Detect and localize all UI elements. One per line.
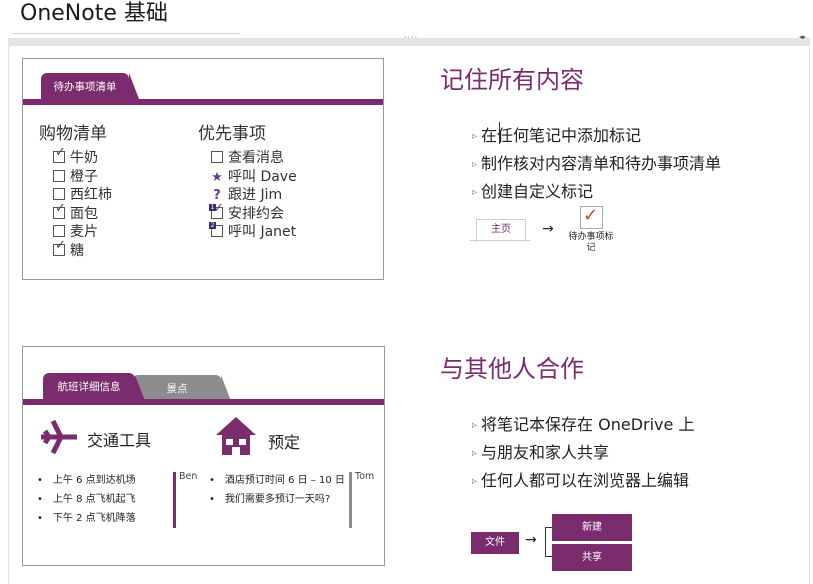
checkbox[interactable]: 2 xyxy=(209,222,223,237)
todo-tag-icon[interactable]: ✓ xyxy=(580,205,603,229)
top-resize-bar[interactable]: ···· ◂▸ xyxy=(8,33,810,46)
star-icon: ★ xyxy=(211,170,223,185)
tab-attractions[interactable]: 景点 xyxy=(133,375,231,401)
bullet-item: ▹ 在任何笔记中添加标记 xyxy=(472,126,642,145)
priority-item[interactable]: 2 呼叫 Janet xyxy=(209,222,296,242)
booking-item: • 我们需要多预订一天吗? xyxy=(209,494,331,505)
priority-list-title: 优先事项 xyxy=(198,124,266,144)
bullet-marker-icon: ▹ xyxy=(472,187,478,198)
todo-tag-label: 待办事项标记 xyxy=(568,232,614,253)
file-button[interactable]: 文件 xyxy=(471,532,519,554)
page-title: OneNote 基础 xyxy=(20,1,168,26)
flight-details-card: 景点 航班详细信息 交通工具 预定 • 上午 6 点到达机场 • 上午 8 点飞机起… xyxy=(22,346,385,566)
transport-title: 交通工具 xyxy=(87,431,152,450)
new-button[interactable]: 新建 xyxy=(552,514,632,541)
drag-handle-icon[interactable]: ···· xyxy=(404,33,418,42)
bullet-item: ▹ 将笔记本保存在 OneDrive 上 xyxy=(472,415,695,434)
title-divider xyxy=(12,33,240,34)
menu-bracket xyxy=(545,527,552,557)
tab-todo-list-label: 待办事项清单 xyxy=(53,81,117,93)
checkbox-checked[interactable]: ✓ 1 xyxy=(209,202,224,219)
checkbox[interactable] xyxy=(53,225,65,237)
transport-item: • 上午 6 点到达机场 xyxy=(37,475,136,486)
airplane-icon xyxy=(41,419,77,455)
tab-strip xyxy=(23,399,384,405)
priority-badge-2: 2 xyxy=(209,222,216,229)
bullet-item: ▹ 创建自定义标记 xyxy=(472,182,594,201)
shopping-item[interactable]: ✓ 面包 xyxy=(53,202,98,224)
checkbox-checked[interactable]: ✓ xyxy=(53,202,66,219)
checkbox-checked[interactable]: ✓ xyxy=(53,239,66,256)
bullet-item: ▹ 与朋友和家人共享 xyxy=(472,443,610,462)
tom-author-name: Tom xyxy=(355,471,375,482)
ben-author-name: Ben xyxy=(179,471,198,482)
transport-item: • 上午 8 点飞机起飞 xyxy=(37,494,136,505)
bullet-marker-icon: ▹ xyxy=(472,131,478,142)
tom-author-bar xyxy=(349,472,352,528)
tab-todo-list[interactable]: 待办事项清单 xyxy=(41,73,139,99)
bullet-marker-icon: ▹ xyxy=(472,476,478,487)
todo-list-card: 待办事项清单 购物清单 ✓ 牛奶 橙子 西红柿 ✓ 面包 麦片 ✓ 糖 优先事项 查看… xyxy=(22,58,384,280)
arrow-right-icon: → xyxy=(525,532,537,548)
bullet-marker-icon: ▹ xyxy=(472,448,478,459)
checkbox[interactable] xyxy=(211,151,223,163)
section-heading-remember: 记住所有内容 xyxy=(440,66,584,94)
frame-left-edge xyxy=(8,46,9,584)
priority-badge-1: 1 xyxy=(209,204,216,211)
home-tab[interactable]: 主页 xyxy=(476,219,526,242)
ben-author-bar xyxy=(173,472,176,528)
transport-item: • 下午 2 点飞机降落 xyxy=(37,513,136,524)
checkbox-checked[interactable]: ✓ xyxy=(53,146,66,163)
shopping-item[interactable]: ✓ 糖 xyxy=(53,239,84,261)
arrow-right-icon: → xyxy=(542,221,554,237)
section-heading-collaborate: 与其他人合作 xyxy=(440,355,584,383)
share-button[interactable]: 共享 xyxy=(552,544,632,571)
booking-item: • 酒店预订时间 6 日 – 10 日 xyxy=(209,475,345,486)
house-icon xyxy=(216,417,256,455)
bullet-item: ▹ 任何人都可以在浏览器上编辑 xyxy=(472,471,690,490)
checkbox[interactable] xyxy=(53,188,65,200)
tab-flight-details-label: 航班详细信息 xyxy=(57,381,121,393)
priority-item[interactable]: ✓ 1 安排约会 xyxy=(209,202,284,224)
shopping-item[interactable]: ✓ 牛奶 xyxy=(53,146,98,168)
checkbox[interactable] xyxy=(53,170,65,182)
shopping-item[interactable]: 橙子 xyxy=(53,168,98,187)
tab-strip xyxy=(23,99,383,105)
frame-right-edge xyxy=(809,46,810,584)
bullet-marker-icon: ▹ xyxy=(472,420,478,431)
shopping-list-title: 购物清单 xyxy=(39,124,107,144)
tab-flight-details[interactable]: 航班详细信息 xyxy=(43,373,145,401)
priority-item[interactable]: ★ 呼叫 Dave xyxy=(211,168,297,187)
priority-item[interactable]: 查看消息 xyxy=(211,149,284,168)
text-cursor xyxy=(499,122,500,144)
tab-attractions-label: 景点 xyxy=(166,383,188,395)
bullet-marker-icon: ▹ xyxy=(472,159,478,170)
bullet-item: ▹ 制作核对内容清单和待办事项清单 xyxy=(472,154,722,173)
booking-title: 预定 xyxy=(268,433,301,452)
home-tab-underline xyxy=(470,240,530,241)
expand-arrows-icon[interactable]: ◂▸ xyxy=(799,33,806,41)
